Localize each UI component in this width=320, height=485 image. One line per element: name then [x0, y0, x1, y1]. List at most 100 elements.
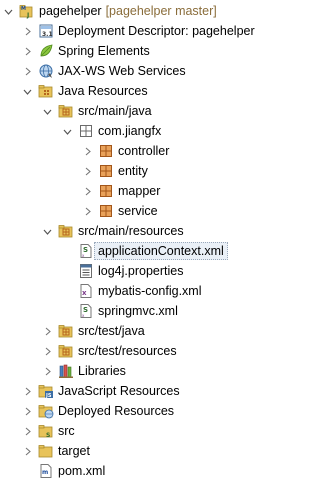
chevron-right-icon[interactable] [22, 421, 32, 441]
target-label: target [58, 444, 90, 458]
package-com-jiangfx-label: com.jiangfx [98, 124, 162, 138]
package-icon [78, 123, 94, 139]
src-main-resources-label: src/main/resources [78, 224, 184, 238]
pom-file-icon: m [38, 463, 54, 479]
folder-icon [38, 443, 54, 459]
tree-item-application-context[interactable]: S x applicationContext.xml [0, 241, 320, 261]
chevron-down-icon[interactable] [42, 101, 52, 121]
libraries-label: Libraries [78, 364, 126, 378]
svg-text:S: S [46, 432, 50, 439]
project-explorer-tree: M J pagehelper [pagehelper master] 3.1 D… [0, 0, 294, 485]
chevron-right-icon[interactable] [42, 361, 52, 381]
folder-icon: S [38, 423, 54, 439]
source-folder-icon [58, 223, 74, 239]
tree-item-javascript-resources[interactable]: JS JavaScript Resources [0, 381, 316, 401]
tree-item-jaxws[interactable]: JAX-WS Web Services [0, 61, 316, 81]
svg-text:m: m [42, 469, 48, 476]
java-resources-label: Java Resources [58, 84, 148, 98]
source-folder-icon [58, 343, 74, 359]
tree-item-deployed-resources[interactable]: Deployed Resources [0, 401, 316, 421]
package-controller-label: controller [118, 144, 170, 158]
tree-item-package-controller[interactable]: controller [0, 141, 320, 161]
pom-label: pom.xml [58, 464, 106, 478]
project-decoration: [pagehelper master] [105, 4, 217, 18]
spring-elements-label: Spring Elements [58, 44, 150, 58]
svg-text:M: M [21, 6, 26, 12]
spring-xml-file-icon: S x [78, 243, 94, 259]
chevron-down-icon[interactable] [62, 121, 72, 141]
package-icon [98, 203, 114, 219]
tree-item-package-entity[interactable]: entity [0, 161, 320, 181]
chevron-right-icon[interactable] [22, 41, 32, 61]
chevron-right-icon[interactable] [82, 181, 92, 201]
chevron-right-icon[interactable] [82, 161, 92, 181]
tree-item-package-service[interactable]: service [0, 201, 320, 221]
web-services-icon [38, 63, 54, 79]
src-main-java-label: src/main/java [78, 104, 152, 118]
springmvc-label: springmvc.xml [98, 304, 178, 318]
tree-item-src[interactable]: S src [0, 421, 316, 441]
tree-item-src-test-java[interactable]: src/test/java [0, 321, 320, 341]
tree-item-pom[interactable]: m pom.xml [0, 461, 316, 481]
tree-item-package-com-jiangfx[interactable]: com.jiangfx [0, 121, 320, 141]
tree-item-project[interactable]: M J pagehelper [pagehelper master] [0, 1, 297, 21]
tree-item-target[interactable]: target [0, 441, 316, 461]
chevron-right-icon[interactable] [22, 441, 32, 461]
log4j-label: log4j.properties [98, 264, 184, 278]
chevron-right-icon[interactable] [22, 401, 32, 421]
deployed-resources-icon [38, 403, 54, 419]
chevron-down-icon[interactable] [3, 1, 13, 21]
xml-file-icon: x [78, 283, 94, 299]
java-resources-icon [38, 83, 54, 99]
deployment-descriptor-icon: 3.1 [38, 23, 54, 39]
chevron-right-icon[interactable] [82, 201, 92, 221]
deployment-descriptor-label: Deployment Descriptor: pagehelper [58, 24, 255, 38]
properties-file-icon [78, 263, 94, 279]
tree-item-log4j[interactable]: log4j.properties [0, 261, 320, 281]
svg-text:x: x [82, 289, 87, 297]
tree-item-src-main-resources[interactable]: src/main/resources [0, 221, 320, 241]
source-folder-icon [58, 103, 74, 119]
tree-item-package-mapper[interactable]: mapper [0, 181, 320, 201]
javascript-resources-label: JavaScript Resources [58, 384, 180, 398]
tree-item-mybatis-config[interactable]: x mybatis-config.xml [0, 281, 320, 301]
project-name: pagehelper [39, 4, 102, 18]
src-label: src [58, 424, 75, 438]
svg-text:J: J [26, 12, 29, 19]
tree-item-deployment-descriptor[interactable]: 3.1 Deployment Descriptor: pagehelper [0, 21, 316, 41]
tree-item-libraries[interactable]: Libraries [0, 361, 320, 381]
package-icon [98, 143, 114, 159]
package-entity-label: entity [118, 164, 148, 178]
src-test-java-label: src/test/java [78, 324, 145, 338]
javascript-resources-icon: JS [38, 383, 54, 399]
mybatis-config-label: mybatis-config.xml [98, 284, 202, 298]
library-icon [58, 363, 74, 379]
tree-item-java-resources[interactable]: Java Resources [0, 81, 316, 101]
package-icon [98, 183, 114, 199]
spring-leaf-icon [38, 43, 54, 59]
package-mapper-label: mapper [118, 184, 161, 198]
src-test-resources-label: src/test/resources [78, 344, 177, 358]
tree-item-src-main-java[interactable]: src/main/java [0, 101, 320, 121]
chevron-right-icon[interactable] [22, 381, 32, 401]
spring-xml-file-icon: S x [78, 303, 94, 319]
source-folder-icon [58, 323, 74, 339]
chevron-right-icon[interactable] [22, 21, 32, 41]
svg-text:3.1: 3.1 [42, 31, 53, 38]
tree-item-src-test-resources[interactable]: src/test/resources [0, 341, 320, 361]
deployed-resources-label: Deployed Resources [58, 404, 175, 418]
chevron-right-icon[interactable] [22, 61, 32, 81]
application-context-label: applicationContext.xml [94, 242, 228, 260]
chevron-down-icon[interactable] [42, 221, 52, 241]
chevron-down-icon[interactable] [22, 81, 32, 101]
tree-item-springmvc[interactable]: S x springmvc.xml [0, 301, 320, 321]
maven-web-project-icon: M J [19, 3, 35, 19]
svg-text:JS: JS [45, 393, 52, 399]
tree-item-spring-elements[interactable]: Spring Elements [0, 41, 316, 61]
jaxws-label: JAX-WS Web Services [58, 64, 186, 78]
package-service-label: service [118, 204, 158, 218]
chevron-right-icon[interactable] [42, 341, 52, 361]
chevron-right-icon[interactable] [42, 321, 52, 341]
package-icon [98, 163, 114, 179]
chevron-right-icon[interactable] [82, 141, 92, 161]
